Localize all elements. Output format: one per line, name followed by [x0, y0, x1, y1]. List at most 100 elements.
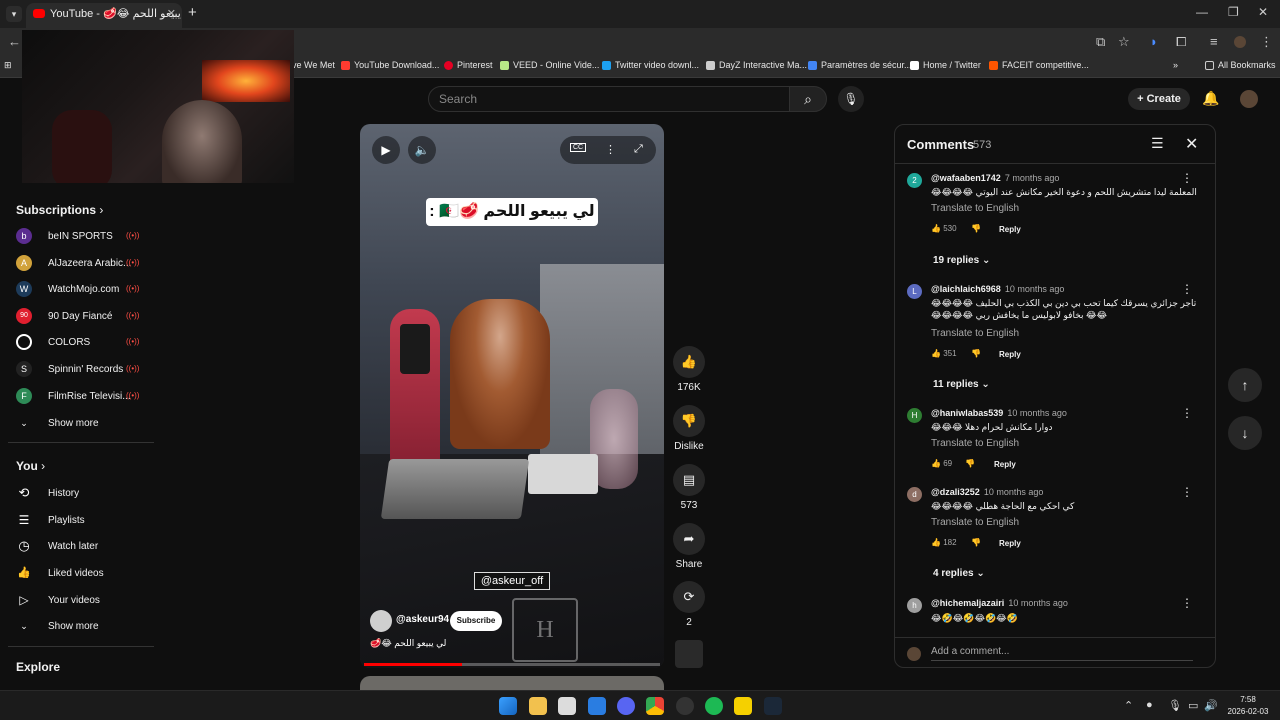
bookmark-item[interactable]: VEED - Online Vide... — [500, 60, 599, 70]
subscriptions-heading[interactable]: Subscriptions › — [16, 203, 103, 217]
store-icon[interactable] — [558, 697, 576, 715]
dislike-button[interactable]: 👎 Dislike — [672, 405, 706, 452]
bookmark-item[interactable]: DayZ Interactive Ma... — [706, 60, 807, 70]
sidebar-item-history[interactable]: ⟲ History — [16, 485, 156, 503]
bookmark-item[interactable]: Twitter video downl... — [602, 60, 699, 70]
search-input[interactable]: Search — [428, 86, 790, 112]
comments-button[interactable]: ▤ 573 — [672, 464, 706, 511]
reply-button[interactable]: Reply — [999, 225, 1021, 234]
thumbs-down-icon[interactable]: 👎 — [965, 459, 975, 468]
translate-link[interactable]: Translate to English — [931, 203, 1019, 214]
reply-button[interactable]: Reply — [999, 350, 1021, 359]
discord-icon[interactable] — [617, 697, 635, 715]
comment-likes[interactable]: 👍 351 — [931, 349, 957, 358]
profile-avatar[interactable] — [1234, 36, 1246, 48]
extension-icon[interactable]: ◗ — [1150, 34, 1158, 49]
bookmark-star-icon[interactable]: ☆ — [1118, 34, 1130, 50]
system-clock[interactable]: 7:58 2026-02-03 — [1222, 694, 1274, 718]
install-app-icon[interactable]: ⧉ — [1096, 34, 1105, 50]
tab-close-icon[interactable]: ✕ — [167, 3, 176, 25]
media-control-icon[interactable]: ≡ — [1210, 34, 1218, 49]
thumbs-down-icon[interactable]: 👎 — [971, 224, 981, 233]
reply-button[interactable]: Reply — [994, 460, 1016, 469]
channel-avatar[interactable] — [370, 610, 392, 632]
share-button[interactable]: ➦ Share — [672, 523, 706, 570]
you-heading[interactable]: You › — [16, 459, 45, 473]
notifications-bell-icon[interactable]: 🔔 — [1202, 90, 1219, 107]
next-short-preview[interactable] — [360, 676, 664, 690]
more-options-icon[interactable]: ⋮ — [1181, 406, 1193, 420]
comment-author[interactable]: @hichemaljazairi 10 months ago — [931, 598, 1068, 608]
app-icon[interactable] — [734, 697, 752, 715]
create-button[interactable]: + Create — [1128, 88, 1190, 110]
tab-search-icon[interactable]: ▾ — [6, 6, 22, 22]
comment-likes[interactable]: 👍 530 — [931, 224, 957, 233]
remix-button[interactable]: ⟳ 2 — [672, 581, 706, 628]
sidebar-show-more-subscriptions[interactable]: ⌄ Show more — [16, 415, 156, 433]
sidebar-item-bein-sports[interactable]: b beIN SPORTS ((•)) — [16, 228, 156, 246]
volume-icon[interactable]: 🔈 — [408, 136, 436, 164]
previous-short-button[interactable]: ↑ — [1228, 368, 1262, 402]
shorts-video-player[interactable]: ▶ 🔈 CC ⋮ ⤢ لي يبيعو اللحم 🥩🇩🇿 : @askeur_… — [360, 124, 664, 668]
play-icon[interactable]: ▶ — [372, 136, 400, 164]
windows-start-icon[interactable] — [499, 697, 517, 715]
microphone-tray-icon[interactable]: 🎙 — [1168, 699, 1182, 712]
view-replies-button[interactable]: 19 replies ⌄ — [933, 255, 990, 266]
sidebar-item-watchmojo[interactable]: W WatchMojo.com ((•)) — [16, 281, 156, 299]
channel-name[interactable]: @askeur94 — [396, 614, 449, 625]
reply-button[interactable]: Reply — [999, 539, 1021, 548]
bookmark-item[interactable]: Pinterest — [444, 60, 493, 70]
speaker-icon[interactable]: 🔊 — [1204, 699, 1218, 712]
translate-link[interactable]: Translate to English — [931, 517, 1019, 528]
captions-icon[interactable]: CC — [570, 143, 587, 152]
network-icon[interactable]: ▭ — [1188, 699, 1198, 712]
bookmark-item[interactable]: Home / Twitter — [910, 60, 981, 70]
bookmark-item[interactable]: ve We Met — [292, 60, 335, 70]
comment-author[interactable]: @haniwlabas539 10 months ago — [931, 408, 1067, 418]
apps-grid-icon[interactable]: ⊞ — [4, 60, 12, 71]
avatar[interactable]: h — [907, 598, 922, 613]
sidebar-item-spinnin-records[interactable]: S Spinnin' Records ((•)) — [16, 361, 156, 379]
avatar[interactable]: L — [907, 284, 922, 299]
bookmark-item[interactable]: Paramètres de sécur... — [808, 60, 912, 70]
spotify-icon[interactable] — [705, 697, 723, 715]
more-options-icon[interactable]: ⋮ — [1181, 596, 1193, 610]
chevron-up-icon[interactable]: ⌃ — [1124, 699, 1133, 712]
fullscreen-icon[interactable]: ⤢ — [634, 143, 643, 156]
tray-app-icon[interactable]: ● — [1146, 699, 1153, 711]
sidebar-item-aljazeera[interactable]: A AlJazeera Arabic... ((•)) — [16, 255, 156, 273]
progress-bar[interactable] — [364, 663, 660, 666]
bookmarks-overflow-icon[interactable]: » — [1173, 60, 1178, 70]
minimize-button[interactable]: — — [1196, 5, 1208, 19]
avatar[interactable]: d — [907, 487, 922, 502]
sidebar-item-watch-later[interactable]: ◷ Watch later — [16, 538, 156, 556]
more-options-icon[interactable]: ⋮ — [1181, 282, 1193, 296]
sidebar-item-playlists[interactable]: ☰ Playlists — [16, 512, 156, 530]
close-window-button[interactable]: ✕ — [1258, 5, 1268, 19]
avatar[interactable] — [1240, 90, 1258, 108]
translate-link[interactable]: Translate to English — [931, 438, 1019, 449]
sidebar-show-more-you[interactable]: ⌄ Show more — [16, 618, 156, 636]
more-options-icon[interactable]: ⋮ — [605, 143, 616, 156]
thumbs-down-icon[interactable]: 👎 — [971, 538, 981, 547]
file-explorer-icon[interactable] — [529, 697, 547, 715]
more-options-icon[interactable]: ⋮ — [1181, 485, 1193, 499]
bookmark-item[interactable]: YouTube Download... — [341, 60, 439, 70]
more-options-icon[interactable]: ⋮ — [1181, 171, 1193, 185]
thumbs-down-icon[interactable]: 👎 — [971, 349, 981, 358]
like-button[interactable]: 👍 176K — [672, 346, 706, 393]
back-arrow-icon[interactable]: ← — [8, 34, 21, 49]
bookmark-item[interactable]: FACEIT competitive... — [989, 60, 1089, 70]
view-replies-button[interactable]: 4 replies ⌄ — [933, 568, 985, 579]
extensions-puzzle-icon[interactable]: ⧠ — [1176, 34, 1186, 50]
mail-icon[interactable] — [588, 697, 606, 715]
obs-icon[interactable] — [676, 697, 694, 715]
sidebar-item-colors[interactable]: O COLORS ((•)) — [16, 334, 156, 352]
comment-likes[interactable]: 👍 69 — [931, 459, 952, 468]
sidebar-item-filmrise[interactable]: F FilmRise Televisi... ((•)) — [16, 388, 156, 406]
comment-author[interactable]: @dzali3252 10 months ago — [931, 487, 1043, 497]
sound-thumbnail[interactable] — [675, 640, 703, 668]
steam-icon[interactable] — [764, 697, 782, 715]
view-replies-button[interactable]: 11 replies ⌄ — [933, 379, 990, 390]
chrome-icon[interactable] — [646, 697, 664, 715]
